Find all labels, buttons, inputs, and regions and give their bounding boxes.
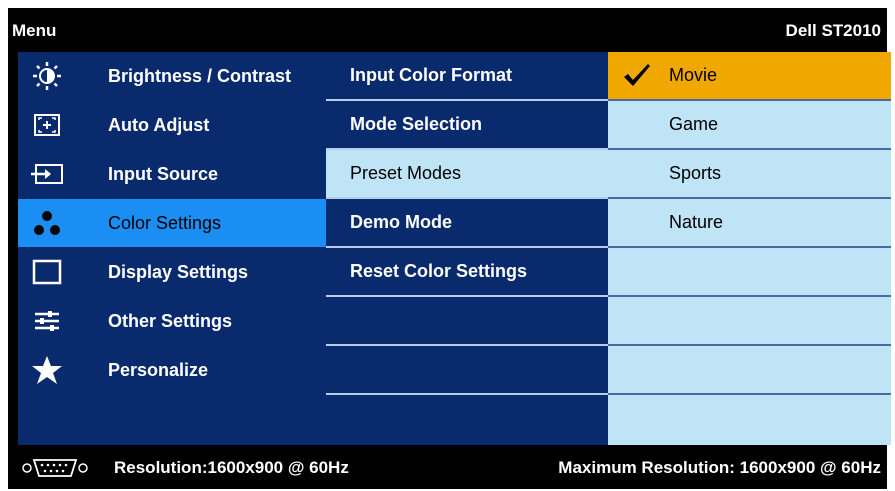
submenu-label: Preset Modes <box>350 163 462 183</box>
star-icon <box>30 355 64 385</box>
submenu-label: Mode Selection <box>350 114 483 134</box>
color-settings-icon <box>30 208 64 238</box>
monitor-model: Dell ST2010 <box>785 21 881 40</box>
option-label: Movie <box>669 65 718 85</box>
submenu-empty-row <box>326 346 608 395</box>
submenu-demo-mode[interactable]: Demo Mode <box>326 199 608 248</box>
submenu-preset-modes[interactable]: Preset Modes <box>326 150 608 199</box>
option-label: Nature <box>669 212 724 232</box>
submenu-empty-row <box>326 297 608 346</box>
current-resolution: Resolution:1600x900 @ 60Hz <box>114 458 349 477</box>
menu-item-personalize[interactable]: Personalize <box>18 346 326 394</box>
menu-item-label: Other Settings <box>108 311 233 331</box>
menu-item-input-source[interactable]: Input Source <box>18 150 326 198</box>
vga-connector-icon <box>20 457 90 484</box>
submenu-label: Reset Color Settings <box>350 261 528 281</box>
menu-item-label: Display Settings <box>108 262 249 282</box>
osd-footer: Resolution:1600x900 @ 60Hz Maximum Resol… <box>8 445 887 489</box>
option-label: Game <box>669 114 719 134</box>
menu-item-color-settings[interactable]: Color Settings <box>18 199 326 247</box>
osd-frame: Menu Dell ST2010 Brightness / Contrast A… <box>8 8 891 489</box>
maximum-resolution: Maximum Resolution: 1600x900 @ 60Hz <box>558 458 881 477</box>
submenu-reset-color-settings[interactable]: Reset Color Settings <box>326 248 608 297</box>
menu-item-auto-adjust[interactable]: Auto Adjust <box>18 101 326 149</box>
option-empty-row <box>608 297 891 346</box>
menu-item-label: Color Settings <box>108 213 222 233</box>
auto-adjust-icon <box>30 110 64 140</box>
brightness-icon <box>30 61 64 91</box>
menu-title: Menu <box>12 21 57 40</box>
main-menu: Brightness / Contrast Auto Adjust Input … <box>18 52 326 445</box>
option-empty-row <box>608 248 891 297</box>
option-sports[interactable]: Sports <box>608 150 891 199</box>
menu-item-label: Input Source <box>108 164 219 184</box>
checkmark-icon <box>622 62 652 93</box>
osd-header: Menu Dell ST2010 <box>8 8 887 52</box>
option-label: Sports <box>669 163 722 183</box>
menu-item-brightness-contrast[interactable]: Brightness / Contrast <box>18 52 326 100</box>
menu-item-other-settings[interactable]: Other Settings <box>18 297 326 345</box>
menu-item-label: Personalize <box>108 360 209 380</box>
menu-item-label: Brightness / Contrast <box>108 66 292 86</box>
option-list: Movie Game Sports Nature <box>608 52 891 445</box>
option-nature[interactable]: Nature <box>608 199 891 248</box>
display-settings-icon <box>30 257 64 287</box>
option-empty-row <box>608 346 891 395</box>
submenu-empty-row <box>326 395 608 442</box>
submenu-input-color-format[interactable]: Input Color Format <box>326 52 608 101</box>
menu-item-label: Auto Adjust <box>108 115 210 135</box>
submenu: Input Color Format Mode Selection Preset… <box>326 52 608 445</box>
option-movie[interactable]: Movie <box>608 52 891 101</box>
submenu-label: Demo Mode <box>350 212 453 232</box>
other-settings-icon <box>30 306 64 336</box>
menu-item-display-settings[interactable]: Display Settings <box>18 248 326 296</box>
submenu-label: Input Color Format <box>350 65 512 85</box>
option-game[interactable]: Game <box>608 101 891 150</box>
submenu-mode-selection[interactable]: Mode Selection <box>326 101 608 150</box>
option-empty-row <box>608 395 891 442</box>
input-source-icon <box>30 159 64 189</box>
